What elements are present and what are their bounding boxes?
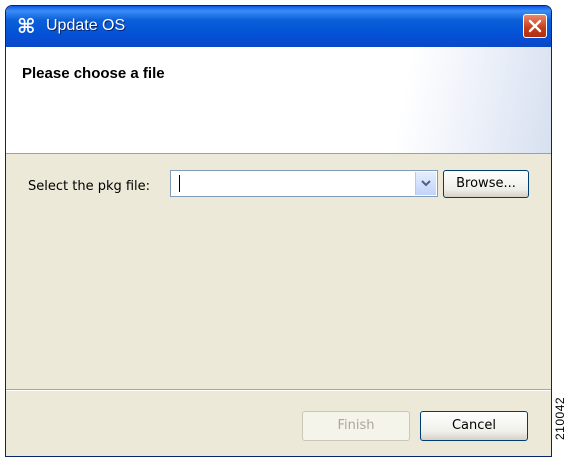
page-title: Please choose a file	[22, 65, 165, 82]
footer-separator	[6, 389, 551, 391]
app-icon: ⌘	[17, 14, 36, 38]
title-bar[interactable]: ⌘ Update OS	[6, 6, 551, 47]
pkg-file-label: Select the pkg file:	[28, 179, 151, 194]
window-title: Update OS	[46, 17, 126, 34]
text-caret	[179, 175, 180, 192]
close-icon	[528, 19, 542, 33]
figure-id-label: 210042	[553, 396, 564, 440]
browse-button[interactable]: Browse...	[443, 170, 529, 198]
wizard-banner: Please choose a file	[6, 47, 551, 154]
close-button[interactable]	[523, 14, 547, 38]
chevron-down-icon	[421, 180, 431, 187]
form-area: Select the pkg file: Browse...	[6, 154, 551, 388]
dropdown-button[interactable]	[415, 172, 436, 195]
pkg-file-input[interactable]	[173, 173, 413, 196]
cancel-button[interactable]: Cancel	[420, 411, 528, 441]
dialog-window: ⌘ Update OS Please choose a file Select …	[5, 5, 552, 457]
pkg-file-combobox[interactable]	[170, 170, 438, 197]
finish-button[interactable]: Finish	[302, 411, 410, 441]
